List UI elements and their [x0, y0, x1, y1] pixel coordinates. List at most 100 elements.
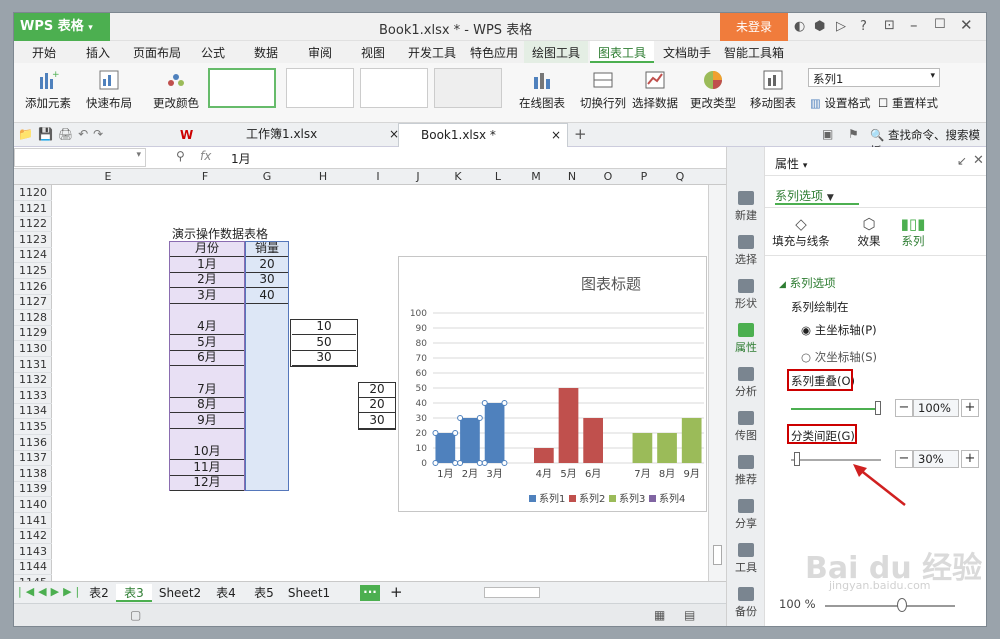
menu-drawing-tools[interactable]: 绘图工具: [524, 41, 589, 63]
sidebar-item-4[interactable]: 分析: [727, 367, 765, 399]
column-header-cell[interactable]: K: [438, 170, 478, 183]
sidebar-item-7[interactable]: 分享: [727, 499, 765, 531]
sales-cell[interactable]: 30: [246, 272, 288, 289]
secondary-axis-radio[interactable]: ○ 次坐标轴(S): [801, 349, 877, 365]
fx-icon[interactable]: fx: [200, 149, 211, 163]
sheet-tab[interactable]: 表2: [84, 584, 114, 602]
month-cell[interactable]: 11月: [170, 460, 244, 476]
menu-view[interactable]: 视图: [361, 44, 385, 61]
quick-layout-button[interactable]: 快速布局: [80, 69, 138, 111]
online-chart-button[interactable]: 在线图表: [518, 69, 566, 111]
row-header-cell[interactable]: 1124: [14, 247, 52, 264]
collapse-icon[interactable]: ↙: [957, 154, 967, 168]
overlap-slider-thumb[interactable]: [875, 401, 881, 415]
row-header-cell[interactable]: 1127: [14, 294, 52, 311]
normal-view-icon[interactable]: ▦: [654, 608, 665, 622]
change-type-button[interactable]: 更改类型: [688, 69, 738, 111]
sales-cell[interactable]: 20: [359, 382, 395, 398]
row-header-cell[interactable]: 1123: [14, 232, 52, 248]
add-element-button[interactable]: + 添加元素: [20, 69, 76, 111]
month-cell[interactable]: 6月: [170, 350, 244, 367]
more-sheets-button[interactable]: ···: [360, 585, 380, 601]
column-header-cell[interactable]: H: [288, 170, 358, 183]
column-header-cell[interactable]: O: [590, 170, 626, 183]
new-tab-icon[interactable]: +: [574, 125, 587, 143]
sidebar-item-6[interactable]: 推荐: [727, 455, 765, 487]
flag-icon[interactable]: ⚑: [848, 127, 859, 141]
column-header-cell[interactable]: P: [626, 170, 662, 183]
month-cell[interactable]: 12月: [170, 475, 244, 492]
sidebar-item-1[interactable]: 选择: [727, 235, 765, 267]
name-box[interactable]: ▾: [14, 148, 146, 167]
month-cell[interactable]: 5月: [170, 335, 244, 351]
move-chart-button[interactable]: 移动图表: [748, 69, 798, 111]
row-header-cell[interactable]: 1137: [14, 450, 52, 467]
menu-insert[interactable]: 插入: [86, 44, 110, 61]
primary-axis-radio[interactable]: ◉ 主坐标轴(P): [801, 322, 877, 338]
sales-cell[interactable]: 30: [359, 413, 395, 429]
month-cell[interactable]: 10月: [170, 444, 244, 460]
sheet-tab[interactable]: Sheet1: [284, 584, 334, 602]
row-header-cell[interactable]: 1139: [14, 481, 52, 498]
zoom-slider-track[interactable]: [825, 605, 955, 607]
row-header-cell[interactable]: 1122: [14, 216, 52, 233]
share-icon[interactable]: ▷: [836, 19, 846, 34]
sales-cell[interactable]: 40: [246, 288, 288, 304]
row-header-cell[interactable]: 1134: [14, 403, 52, 420]
maximize-icon[interactable]: ☐: [934, 17, 946, 32]
sheet-nav-arrows[interactable]: |◀◀▶▶|: [18, 585, 83, 598]
sidebar-item-9[interactable]: 备份: [727, 587, 765, 619]
menu-smart-toolbox[interactable]: 智能工具箱: [724, 44, 784, 61]
month-cell[interactable]: 2月: [170, 272, 244, 289]
sidebar-item-2[interactable]: 形状: [727, 279, 765, 311]
column-header-cell[interactable]: E: [52, 170, 164, 183]
sidebar-item-8[interactable]: 工具: [727, 543, 765, 575]
row-header-cell[interactable]: 1136: [14, 435, 52, 451]
chart-style-thumb-1[interactable]: [208, 68, 276, 108]
header-sales-cell[interactable]: 销量: [246, 241, 288, 258]
row-header-cell[interactable]: 1129: [14, 325, 52, 342]
month-cell[interactable]: 8月: [170, 397, 244, 414]
vertical-scrollbar[interactable]: [708, 185, 726, 581]
zoom-slider-thumb[interactable]: [897, 598, 907, 612]
column-header-cell[interactable]: N: [554, 170, 590, 183]
menu-chart-tools[interactable]: 图表工具: [590, 41, 655, 63]
row-header-cell[interactable]: 1121: [14, 201, 52, 217]
sales-cell[interactable]: 30: [292, 350, 356, 367]
header-month-cell[interactable]: 月份: [170, 241, 244, 258]
sidebar-item-3[interactable]: 属性: [727, 323, 765, 355]
sales-cell[interactable]: 50: [292, 335, 356, 351]
overlap-decrease-button[interactable]: −: [895, 399, 913, 417]
select-data-button[interactable]: 选择数据: [630, 69, 680, 111]
add-sheet-icon[interactable]: +: [390, 583, 403, 601]
tab-series[interactable]: ▮▯▮ 系列: [893, 215, 933, 249]
section-header[interactable]: ◢ 系列选项: [779, 275, 836, 291]
horizontal-scrollbar[interactable]: [484, 587, 540, 598]
row-header-cell[interactable]: 1140: [14, 497, 52, 513]
sheet-tab[interactable]: 表4: [208, 584, 244, 602]
skin-icon[interactable]: ◐: [794, 19, 805, 34]
row-header-cell[interactable]: 1126: [14, 279, 52, 295]
column-header-cell[interactable]: L: [478, 170, 518, 183]
column-header-cell[interactable]: F: [164, 170, 246, 183]
row-header-cell[interactable]: 1128: [14, 310, 52, 326]
scroll-thumb[interactable]: [713, 545, 722, 565]
chart-style-thumb-3[interactable]: [360, 68, 428, 108]
menu-page-layout[interactable]: 页面布局: [133, 44, 181, 61]
month-cell[interactable]: 9月: [170, 413, 244, 429]
quick-access-icons[interactable]: 📁💾🖨↶↷: [18, 127, 108, 141]
month-cell[interactable]: 4月: [170, 319, 244, 336]
chart-style-thumb-4[interactable]: [434, 68, 502, 108]
menu-formula[interactable]: 公式: [201, 44, 225, 61]
sheet-tab[interactable]: Sheet2: [154, 584, 206, 602]
column-header-cell[interactable]: Q: [662, 170, 698, 183]
gap-increase-button[interactable]: +: [961, 450, 979, 468]
gap-input[interactable]: 30%: [913, 450, 959, 468]
tab-fill-line[interactable]: ◇ 填充与线条: [771, 215, 831, 249]
row-header-cell[interactable]: 1120: [14, 185, 52, 201]
menu-start[interactable]: 开始: [32, 44, 56, 61]
sales-cell[interactable]: 10: [292, 319, 356, 336]
zoom-level[interactable]: 100 %: [779, 597, 816, 611]
chart-style-thumb-2[interactable]: [286, 68, 354, 108]
column-header-cell[interactable]: G: [246, 170, 288, 183]
